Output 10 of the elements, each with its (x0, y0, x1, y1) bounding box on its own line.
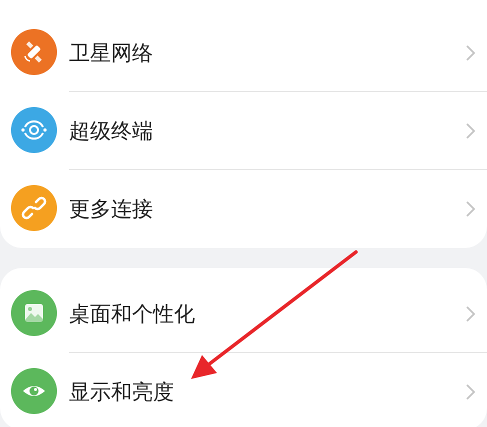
chevron-icon (465, 304, 477, 322)
setting-label[interactable]: 卫星网络 (69, 38, 465, 66)
setting-label[interactable]: 超级终端 (69, 116, 465, 144)
setting-label[interactable]: 更多连接 (69, 194, 465, 222)
setting-label[interactable]: 桌面和个性化 (69, 300, 465, 328)
chevron-icon (465, 200, 477, 218)
setting-label[interactable]: 显示和亮度 (69, 378, 465, 406)
chevron-icon (465, 382, 477, 400)
chevron-icon (465, 44, 477, 62)
chevron-icon (465, 122, 477, 140)
